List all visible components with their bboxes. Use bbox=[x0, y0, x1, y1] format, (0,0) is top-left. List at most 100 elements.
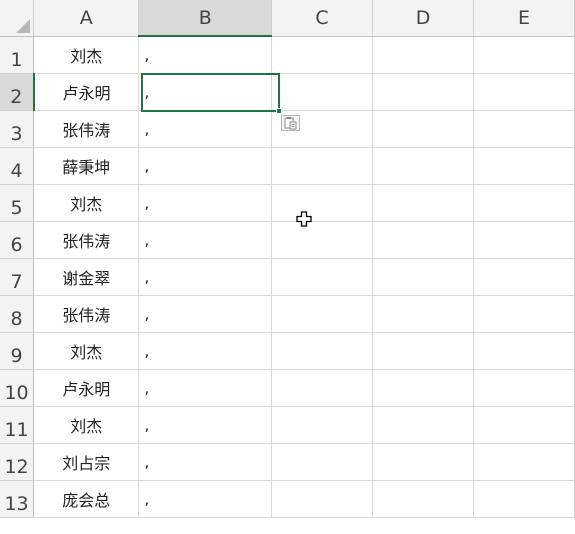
cell-d[interactable] bbox=[372, 295, 475, 333]
cell-d[interactable] bbox=[372, 480, 475, 518]
cell-a[interactable]: 张伟涛 bbox=[33, 110, 140, 148]
cell-d[interactable] bbox=[372, 258, 475, 296]
cell-e[interactable] bbox=[473, 36, 575, 74]
row-header[interactable]: 5 bbox=[0, 184, 35, 222]
cell-b[interactable]: , bbox=[138, 147, 272, 185]
sheet-row: 2 卢永明, bbox=[0, 73, 575, 111]
cell-d[interactable] bbox=[372, 332, 475, 370]
select-all-triangle-icon bbox=[16, 18, 31, 33]
cell-d[interactable] bbox=[372, 406, 475, 444]
cell-b[interactable]: , bbox=[138, 295, 272, 333]
sheet-row: 6 张伟涛, bbox=[0, 221, 575, 259]
sheet-row: 1 刘杰, bbox=[0, 36, 575, 74]
cell-e[interactable] bbox=[473, 184, 575, 222]
spreadsheet-sheet: A B C D E 1 刘杰, 2 卢永明, 3 张伟涛, 4 薛秉坤, 5 刘杰, 6 张伟涛, 7 谢… bbox=[0, 0, 575, 534]
cell-c[interactable] bbox=[271, 406, 373, 444]
cell-d[interactable] bbox=[372, 369, 475, 407]
column-header-b[interactable]: B bbox=[138, 0, 272, 37]
sheet-row: 7 谢金翠, bbox=[0, 258, 575, 296]
cell-d[interactable] bbox=[372, 221, 475, 259]
cell-c[interactable] bbox=[271, 443, 373, 481]
cell-e[interactable] bbox=[473, 221, 575, 259]
cell-b[interactable]: , bbox=[138, 258, 272, 296]
cell-c[interactable] bbox=[271, 258, 373, 296]
cell-b[interactable]: , bbox=[138, 443, 272, 481]
cell-c[interactable] bbox=[271, 36, 373, 74]
cell-b[interactable]: , bbox=[138, 221, 272, 259]
column-header-e[interactable]: E bbox=[473, 0, 575, 37]
cell-a[interactable]: 谢金翠 bbox=[33, 258, 140, 296]
row-header[interactable]: 10 bbox=[0, 369, 35, 407]
sheet-row: 4 薛秉坤, bbox=[0, 147, 575, 185]
column-header-d[interactable]: D bbox=[372, 0, 475, 37]
column-header-c[interactable]: C bbox=[271, 0, 373, 37]
cell-b[interactable]: , bbox=[138, 184, 272, 222]
cell-c[interactable] bbox=[271, 332, 373, 370]
row-header[interactable]: 13 bbox=[0, 480, 35, 518]
cell-a[interactable]: 卢永明 bbox=[33, 369, 140, 407]
fill-handle[interactable] bbox=[276, 108, 282, 114]
row-header[interactable]: 9 bbox=[0, 332, 35, 370]
sheet-row: 5 刘杰, bbox=[0, 184, 575, 222]
cell-b[interactable]: , bbox=[138, 369, 272, 407]
cell-c[interactable] bbox=[271, 147, 373, 185]
cell-e[interactable] bbox=[473, 73, 575, 111]
row-header[interactable]: 6 bbox=[0, 221, 35, 259]
cell-e[interactable] bbox=[473, 332, 575, 370]
cell-grid: A B C D E 1 刘杰, 2 卢永明, 3 张伟涛, 4 薛秉坤, 5 刘杰, 6 张伟涛, 7 谢… bbox=[0, 0, 575, 518]
sheet-row: 8 张伟涛, bbox=[0, 295, 575, 333]
cell-b[interactable]: , bbox=[138, 332, 272, 370]
cell-d[interactable] bbox=[372, 147, 475, 185]
cell-b[interactable]: , bbox=[138, 406, 272, 444]
cell-e[interactable] bbox=[473, 443, 575, 481]
row-header[interactable]: 12 bbox=[0, 443, 35, 481]
cell-a[interactable]: 刘占宗 bbox=[33, 443, 140, 481]
cell-a[interactable]: 刘杰 bbox=[33, 36, 140, 74]
sheet-row: 12 刘占宗, bbox=[0, 443, 575, 481]
sheet-row: 13 庞会总, bbox=[0, 480, 575, 518]
sheet-row: 11 刘杰, bbox=[0, 406, 575, 444]
cell-b[interactable]: , bbox=[138, 36, 272, 74]
cell-a[interactable]: 薛秉坤 bbox=[33, 147, 140, 185]
row-header[interactable]: 2 bbox=[0, 73, 35, 111]
cell-e[interactable] bbox=[473, 147, 575, 185]
cell-a[interactable]: 庞会总 bbox=[33, 480, 140, 518]
cell-e[interactable] bbox=[473, 258, 575, 296]
row-header[interactable]: 3 bbox=[0, 110, 35, 148]
row-header[interactable]: 8 bbox=[0, 295, 35, 333]
column-header-row: A B C D E bbox=[0, 0, 575, 37]
cell-e[interactable] bbox=[473, 295, 575, 333]
row-header[interactable]: 7 bbox=[0, 258, 35, 296]
paste-options-button[interactable] bbox=[281, 115, 300, 131]
cell-d[interactable] bbox=[372, 184, 475, 222]
active-cell-b[interactable]: , bbox=[138, 73, 272, 111]
cell-a[interactable]: 张伟涛 bbox=[33, 295, 140, 333]
cell-c[interactable] bbox=[271, 295, 373, 333]
cell-a[interactable]: 刘杰 bbox=[33, 332, 140, 370]
select-all-button[interactable] bbox=[0, 0, 35, 37]
row-header[interactable]: 11 bbox=[0, 406, 35, 444]
cell-e[interactable] bbox=[473, 110, 575, 148]
cell-c[interactable] bbox=[271, 184, 373, 222]
cell-a[interactable]: 刘杰 bbox=[33, 406, 140, 444]
cell-d[interactable] bbox=[372, 36, 475, 74]
cell-d[interactable] bbox=[372, 73, 475, 111]
column-header-a[interactable]: A bbox=[33, 0, 140, 37]
cell-b[interactable]: , bbox=[138, 480, 272, 518]
cell-e[interactable] bbox=[473, 480, 575, 518]
cell-c[interactable] bbox=[271, 73, 373, 111]
cell-c[interactable] bbox=[271, 221, 373, 259]
row-header[interactable]: 4 bbox=[0, 147, 35, 185]
cell-d[interactable] bbox=[372, 110, 475, 148]
cell-c[interactable] bbox=[271, 480, 373, 518]
cell-a[interactable]: 张伟涛 bbox=[33, 221, 140, 259]
cell-b[interactable]: , bbox=[138, 110, 272, 148]
row-header[interactable]: 1 bbox=[0, 36, 35, 74]
cell-a[interactable]: 卢永明 bbox=[33, 73, 140, 111]
cell-c[interactable] bbox=[271, 369, 373, 407]
cell-a[interactable]: 刘杰 bbox=[33, 184, 140, 222]
cell-e[interactable] bbox=[473, 406, 575, 444]
cell-e[interactable] bbox=[473, 369, 575, 407]
paste-options-icon bbox=[284, 117, 297, 130]
cell-d[interactable] bbox=[372, 443, 475, 481]
